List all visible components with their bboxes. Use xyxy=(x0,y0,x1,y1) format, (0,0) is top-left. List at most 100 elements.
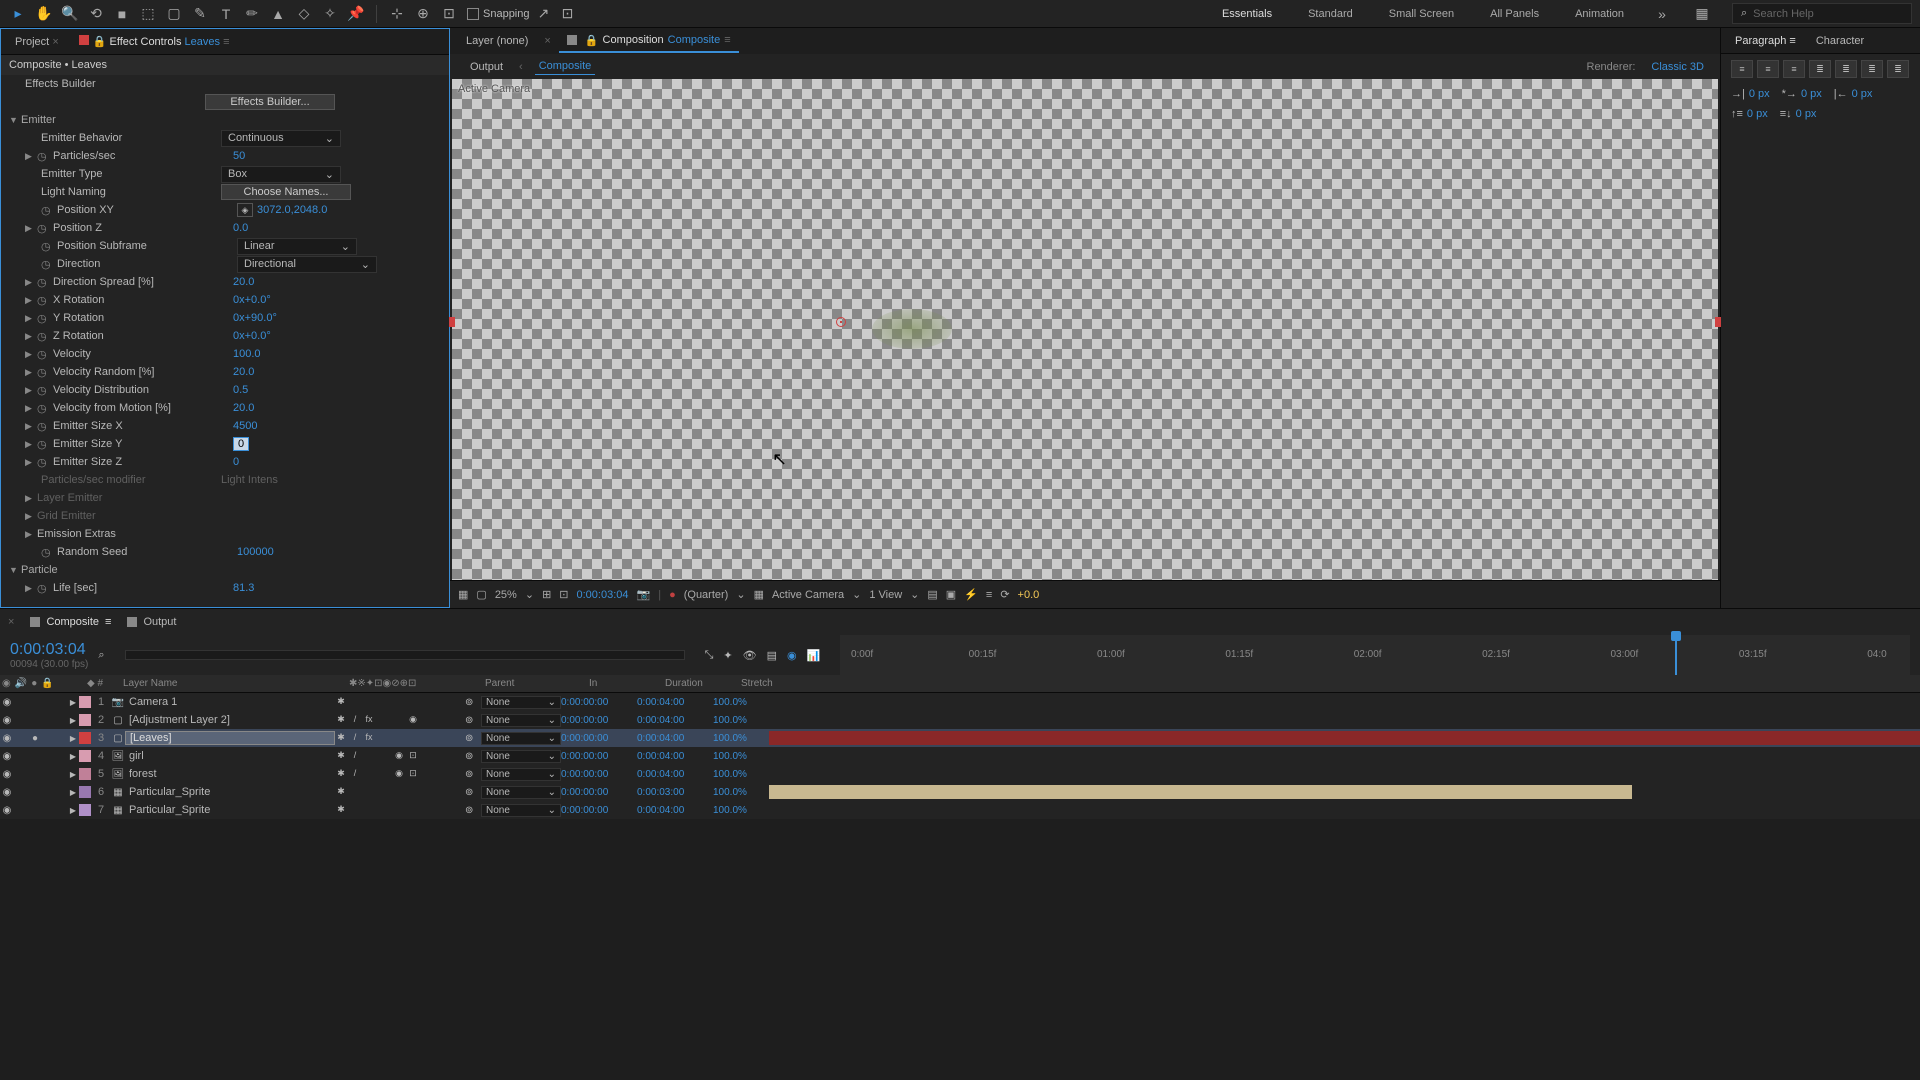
parent-pickwhip-icon[interactable]: ⊚ xyxy=(465,715,481,726)
random-seed-value[interactable]: 100000 xyxy=(237,546,274,558)
layer-bar-track[interactable] xyxy=(769,711,1920,729)
velocity-from-motion-value[interactable]: 20.0 xyxy=(233,402,254,414)
twirl-icon[interactable]: ▶ xyxy=(25,151,37,162)
layer-search[interactable] xyxy=(125,650,685,660)
snap-icon2[interactable]: ⊡ xyxy=(558,4,578,24)
visibility-toggle[interactable]: ◉ xyxy=(0,697,14,708)
lock-toggle[interactable] xyxy=(42,715,56,726)
stretch-value[interactable]: 100.0% xyxy=(713,733,769,744)
lock-icon[interactable]: 🔒 xyxy=(585,34,599,47)
comp-handle-right[interactable] xyxy=(1715,317,1721,327)
time-ruler[interactable]: 0:00f 00:15f 01:00f 01:15f 02:00f 02:15f… xyxy=(840,635,1910,675)
layer-color-swatch[interactable] xyxy=(79,786,91,798)
twirl-icon[interactable]: ▶ xyxy=(25,331,37,342)
particle-group[interactable]: Particle xyxy=(21,564,58,576)
parent-dropdown[interactable]: None⌄ xyxy=(481,714,561,727)
emitter-size-y-value[interactable]: 0 xyxy=(233,437,249,451)
choose-names-button[interactable]: Choose Names... xyxy=(221,184,351,200)
stopwatch-icon[interactable] xyxy=(37,348,49,360)
emitter-group[interactable]: Emitter xyxy=(21,114,56,126)
timeline-composite-tab[interactable]: Composite ≡ xyxy=(30,616,111,628)
stopwatch-icon[interactable] xyxy=(37,366,49,378)
layer-bar[interactable] xyxy=(769,731,1920,745)
justify-center-icon[interactable]: ≣ xyxy=(1835,60,1857,78)
playhead[interactable] xyxy=(1675,635,1677,675)
search-help[interactable]: ⌕ Search Help xyxy=(1732,3,1912,24)
crosshair-icon[interactable]: ◈ xyxy=(237,203,253,217)
timeline-icon[interactable]: ≡ xyxy=(986,589,992,601)
twirl-icon[interactable]: ▶ xyxy=(25,367,37,378)
direction-spread-value[interactable]: 20.0 xyxy=(233,276,254,288)
parent-pickwhip-icon[interactable]: ⊚ xyxy=(465,697,481,708)
twirl-icon[interactable]: ▼ xyxy=(9,565,21,575)
parent-pickwhip-icon[interactable]: ⊚ xyxy=(465,733,481,744)
transparency-icon[interactable]: ▦ xyxy=(754,588,764,601)
twirl-icon[interactable]: ▶ xyxy=(25,349,37,360)
solo-toggle[interactable] xyxy=(28,787,42,798)
zoom-value[interactable]: 25% xyxy=(495,589,517,601)
solo-toggle[interactable] xyxy=(28,751,42,762)
stretch-value[interactable]: 100.0% xyxy=(713,697,769,708)
layer-row[interactable]: ◉ ● ▶ 3 ▢ [Leaves] ✱/fx ⊚ None⌄ 0:00:00:… xyxy=(0,729,1920,747)
visibility-toggle[interactable]: ◉ xyxy=(0,733,14,744)
snap-icon1[interactable]: ↗ xyxy=(534,4,554,24)
layer-twirl-icon[interactable]: ▶ xyxy=(67,698,79,707)
timeline-output-tab[interactable]: Output xyxy=(127,616,176,628)
stopwatch-icon[interactable] xyxy=(37,312,49,324)
character-tab[interactable]: Character xyxy=(1810,31,1870,51)
graph-editor-icon[interactable]: 📊 xyxy=(807,649,821,662)
workspace-more-icon[interactable]: » xyxy=(1652,4,1672,24)
visibility-toggle[interactable]: ◉ xyxy=(0,769,14,780)
type-tool-icon[interactable]: T xyxy=(216,4,236,24)
layer-bar-track[interactable] xyxy=(769,693,1920,711)
layer-color-swatch[interactable] xyxy=(79,696,91,708)
twirl-icon[interactable]: ▶ xyxy=(25,313,37,324)
stopwatch-icon[interactable] xyxy=(37,402,49,414)
twirl-icon[interactable]: ▶ xyxy=(25,421,37,432)
direction-dropdown[interactable]: Directional⌄ xyxy=(237,256,377,273)
position-z-value[interactable]: 0.0 xyxy=(233,222,248,234)
layer-name[interactable]: Camera 1 xyxy=(125,696,335,708)
align-right-icon[interactable]: ≡ xyxy=(1783,60,1805,78)
layer-row[interactable]: ◉ ▶ 7 ▦ Particular_Sprite ✱ ⊚ None⌄ 0:00… xyxy=(0,801,1920,819)
mask-toggle-icon[interactable]: ▢ xyxy=(476,588,486,601)
stopwatch-icon[interactable] xyxy=(37,456,49,468)
renderer-value[interactable]: Classic 3D xyxy=(1651,61,1704,73)
shy-switch[interactable]: ✱ xyxy=(335,750,347,762)
emitter-size-z-value[interactable]: 0 xyxy=(233,456,239,468)
life-value[interactable]: 81.3 xyxy=(233,582,254,594)
twirl-icon[interactable]: ▶ xyxy=(25,277,37,288)
layer-name[interactable]: Particular_Sprite xyxy=(125,786,335,798)
duration-time[interactable]: 0:00:03:00 xyxy=(637,787,713,798)
audio-toggle[interactable] xyxy=(14,715,28,726)
in-time[interactable]: 0:00:00:00 xyxy=(561,715,637,726)
stretch-value[interactable]: 100.0% xyxy=(713,715,769,726)
search-icon[interactable]: ⌕ xyxy=(98,649,104,662)
twirl-icon[interactable]: ▼ xyxy=(9,115,21,125)
brush-tool-icon[interactable]: ✏ xyxy=(242,4,262,24)
solo-toggle[interactable]: ● xyxy=(28,733,42,744)
stretch-value[interactable]: 100.0% xyxy=(713,751,769,762)
axis-local-icon[interactable]: ⊹ xyxy=(387,4,407,24)
emitter-size-x-value[interactable]: 4500 xyxy=(233,420,257,432)
duration-time[interactable]: 0:00:04:00 xyxy=(637,805,713,816)
layer-name[interactable]: Particular_Sprite xyxy=(125,804,335,816)
visibility-toggle[interactable]: ◉ xyxy=(0,751,14,762)
composite-subtab[interactable]: Composite xyxy=(535,58,596,75)
timecode[interactable]: 0:00:03:04 xyxy=(10,641,88,659)
parent-dropdown[interactable]: None⌄ xyxy=(481,804,561,817)
layer-bar-track[interactable] xyxy=(769,801,1920,819)
lock-toggle[interactable] xyxy=(42,787,56,798)
stopwatch-icon[interactable] xyxy=(41,240,53,252)
emitter-behavior-dropdown[interactable]: Continuous⌄ xyxy=(221,130,341,147)
layer-name[interactable]: [Leaves] xyxy=(125,731,335,745)
velocity-random-value[interactable]: 20.0 xyxy=(233,366,254,378)
orbit-tool-icon[interactable]: ⟲ xyxy=(86,4,106,24)
space-before-value[interactable]: 0 px xyxy=(1747,108,1768,120)
parent-pickwhip-icon[interactable]: ⊚ xyxy=(465,805,481,816)
shy-switch[interactable]: ✱ xyxy=(335,714,347,726)
output-subtab[interactable]: Output xyxy=(466,59,507,75)
justify-right-icon[interactable]: ≣ xyxy=(1861,60,1883,78)
y-rotation-value[interactable]: 0x+90.0° xyxy=(233,312,277,324)
align-left-icon[interactable]: ≡ xyxy=(1731,60,1753,78)
